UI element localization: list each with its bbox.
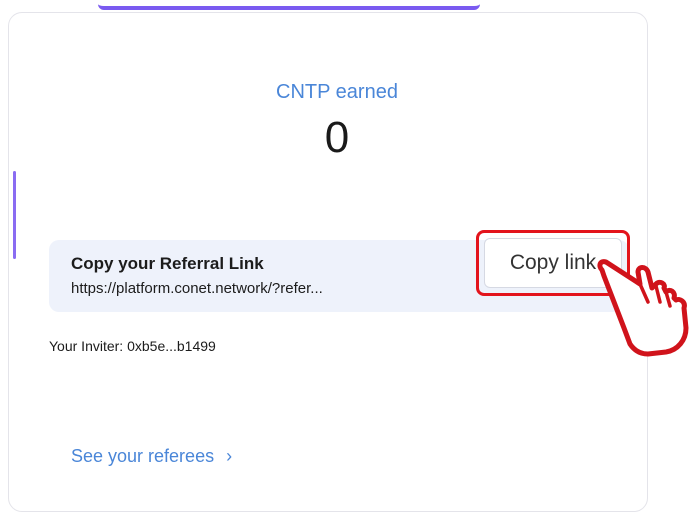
cntp-earned-value: 0 bbox=[324, 113, 350, 162]
pointing-hand-icon bbox=[597, 259, 689, 357]
top-accent-bar bbox=[98, 0, 480, 10]
referral-title: Copy your Referral Link bbox=[71, 254, 264, 273]
cntp-earned-label: CNTP earned bbox=[276, 81, 398, 103]
referral-url: https://platform.conet.network/?refer... bbox=[71, 280, 323, 297]
left-accent-bar bbox=[13, 171, 16, 259]
inviter-text: Your Inviter: 0xb5e...b1499 bbox=[49, 338, 216, 354]
see-referees-link[interactable]: See your referees › bbox=[71, 446, 232, 467]
chevron-right-icon: › bbox=[226, 446, 233, 466]
see-referees-label: See your referees bbox=[71, 446, 215, 466]
